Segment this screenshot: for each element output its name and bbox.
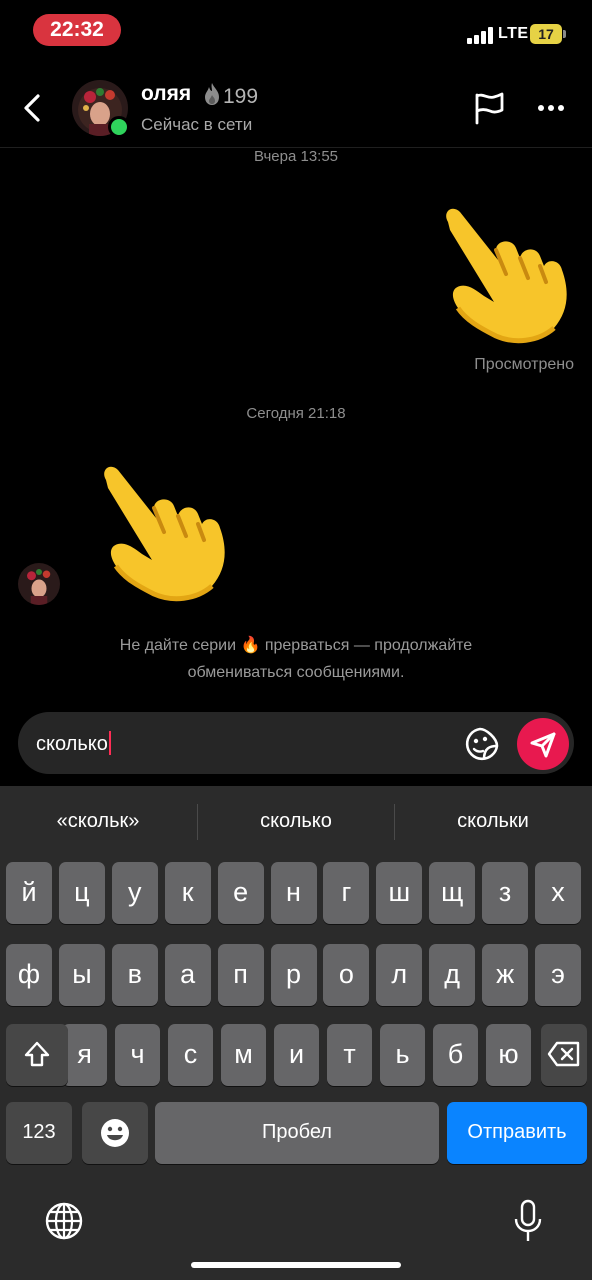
outgoing-message[interactable] xyxy=(436,204,576,349)
status-bar: 22:32 LTE 17 xyxy=(0,0,592,60)
key-2[interactable]: ы xyxy=(58,944,105,1006)
send-icon[interactable] xyxy=(517,718,569,770)
timestamp-yesterday: Вчера 13:55 xyxy=(253,148,339,165)
seen-receipt: Просмотрено xyxy=(474,356,574,373)
key-8[interactable]: л xyxy=(376,944,423,1006)
shift-icon[interactable] xyxy=(6,1024,68,1086)
streak-badge: 199 xyxy=(203,82,258,112)
battery-icon: 17 xyxy=(530,24,562,44)
key-1[interactable]: й xyxy=(6,862,52,924)
status-time: 22:32 xyxy=(33,14,121,46)
sticker-icon[interactable] xyxy=(464,726,500,762)
streak-count: 199 xyxy=(223,85,259,108)
online-indicator xyxy=(108,116,130,138)
backspace-icon[interactable] xyxy=(541,1024,587,1086)
key-5[interactable]: е xyxy=(217,862,264,924)
key-8[interactable]: ш xyxy=(376,862,423,924)
key-4[interactable]: к xyxy=(164,862,211,924)
suggestion-2[interactable]: сколько xyxy=(200,810,392,833)
key-5[interactable]: п xyxy=(217,944,264,1006)
contact-name[interactable]: оляя xyxy=(141,82,191,106)
chevron-left-icon[interactable] xyxy=(16,90,50,126)
key-7[interactable]: ь xyxy=(380,1024,425,1086)
key-10[interactable]: з xyxy=(482,862,529,924)
numbers-key[interactable]: 123 xyxy=(6,1102,72,1164)
key-3[interactable]: у xyxy=(111,862,158,924)
flag-icon[interactable] xyxy=(472,91,506,125)
presence-status: Сейчас в сети xyxy=(141,115,253,134)
message-input-value: сколько xyxy=(36,733,108,755)
return-send-key[interactable]: Отправить xyxy=(447,1102,587,1164)
mic-icon[interactable] xyxy=(512,1199,544,1243)
key-4[interactable]: м xyxy=(221,1024,266,1086)
key-9[interactable]: щ xyxy=(429,862,476,924)
key-5[interactable]: и xyxy=(274,1024,319,1086)
key-1[interactable]: я xyxy=(62,1024,107,1086)
streak-hint-line1: Не дайте серии 🔥 прерваться — продолжайт… xyxy=(119,637,473,654)
key-9[interactable]: ю xyxy=(486,1024,531,1086)
suggestion-1[interactable]: «скольк» xyxy=(2,810,194,833)
key-11[interactable]: э xyxy=(535,944,581,1006)
key-10[interactable]: ж xyxy=(482,944,529,1006)
keyboard: «скольк» сколько скольки йцукенгшщзх фыв… xyxy=(0,786,592,1280)
home-indicator xyxy=(191,1262,401,1268)
key-8[interactable]: б xyxy=(433,1024,478,1086)
key-7[interactable]: о xyxy=(323,944,370,1006)
key-2[interactable]: ч xyxy=(115,1024,160,1086)
key-6[interactable]: н xyxy=(270,862,317,924)
key-4[interactable]: а xyxy=(164,944,211,1006)
chat-header: оляя 199 Сейчас в сети xyxy=(0,66,592,148)
sender-avatar[interactable] xyxy=(18,563,60,605)
timestamp-today: Сегодня 21:18 xyxy=(246,405,346,422)
emoji-icon[interactable] xyxy=(82,1102,148,1164)
key-3[interactable]: в xyxy=(111,944,158,1006)
key-7[interactable]: г xyxy=(323,862,370,924)
key-9[interactable]: д xyxy=(429,944,476,1006)
pointing-down-emoji xyxy=(446,208,567,344)
suggestion-3[interactable]: скольки xyxy=(397,810,589,833)
signal-icon xyxy=(467,27,495,44)
suggestion-divider xyxy=(394,804,395,840)
key-2[interactable]: ц xyxy=(58,862,105,924)
key-11[interactable]: х xyxy=(535,862,581,924)
streak-hint: Не дайте серии 🔥 прерваться — продолжайт… xyxy=(0,632,592,686)
fire-icon xyxy=(203,82,221,112)
key-6[interactable]: т xyxy=(327,1024,372,1086)
space-key[interactable]: Пробел xyxy=(155,1102,439,1164)
globe-icon[interactable] xyxy=(44,1201,84,1241)
key-1[interactable]: ф xyxy=(6,944,52,1006)
key-3[interactable]: с xyxy=(168,1024,213,1086)
text-caret xyxy=(108,731,111,755)
key-6[interactable]: р xyxy=(270,944,317,1006)
message-composer: сколько xyxy=(18,712,574,774)
ellipsis-icon[interactable] xyxy=(535,104,567,114)
streak-hint-line2: обмениваться сообщениями. xyxy=(187,664,405,681)
battery-tip xyxy=(563,30,566,38)
suggestion-divider xyxy=(197,804,198,840)
message-input[interactable]: сколько xyxy=(36,731,111,756)
incoming-message[interactable] xyxy=(94,462,234,607)
pointing-down-emoji xyxy=(104,466,225,602)
network-type: LTE xyxy=(498,25,529,42)
